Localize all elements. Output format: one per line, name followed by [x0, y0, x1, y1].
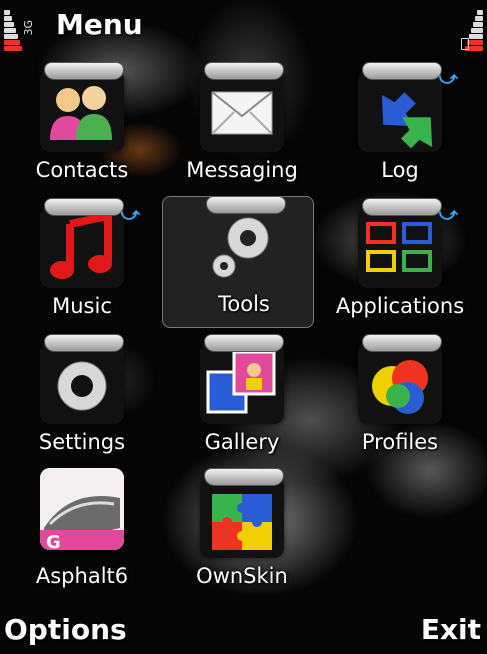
log-arrows-icon — [381, 92, 433, 149]
puzzle-icon — [212, 494, 272, 550]
network-type-label: 3G — [22, 20, 35, 36]
menu-item-label: Tools — [218, 292, 270, 316]
exit-softkey[interactable]: Exit — [421, 613, 481, 646]
gears-icon — [212, 217, 269, 278]
menu-item-applications[interactable]: ⤻ Applications — [330, 198, 464, 328]
shortcut-arrow-icon: ⤻ — [120, 204, 140, 225]
signal-strength-icon — [4, 10, 22, 52]
menu-item-ownskin[interactable]: OwnSkin — [172, 468, 302, 598]
options-softkey[interactable]: Options — [4, 613, 127, 646]
applications-grid-icon — [366, 222, 432, 272]
menu-item-messaging[interactable]: Messaging — [172, 62, 302, 192]
menu-item-profiles[interactable]: Profiles — [330, 334, 460, 464]
menu-item-label: Messaging — [186, 158, 298, 182]
battery-icon — [461, 10, 483, 54]
menu-item-label: Music — [52, 294, 112, 318]
profiles-icon — [372, 360, 428, 414]
shortcut-arrow-icon: ⤻ — [438, 68, 458, 89]
menu-item-label: Log — [381, 158, 419, 182]
svg-text:G: G — [46, 532, 61, 550]
asphalt6-icon: G — [40, 468, 124, 550]
envelope-icon — [211, 91, 273, 135]
music-note-icon — [50, 211, 112, 279]
menu-item-label: Contacts — [35, 158, 129, 182]
menu-item-music[interactable]: ⤻ Music — [12, 198, 142, 328]
menu-item-log[interactable]: ⤻ Log — [330, 62, 460, 192]
shortcut-arrow-icon: ⤻ — [438, 204, 458, 225]
page-title: Menu — [56, 8, 143, 41]
menu-item-contacts[interactable]: Contacts — [12, 62, 142, 192]
menu-item-label: Settings — [38, 430, 126, 454]
menu-item-label: Gallery — [204, 430, 280, 454]
menu-item-tools[interactable]: Tools — [162, 196, 314, 328]
menu-item-label: Profiles — [361, 430, 439, 454]
gallery-icon — [206, 350, 276, 414]
menu-item-label: OwnSkin — [196, 564, 288, 588]
menu-item-asphalt6[interactable]: G Asphalt6 — [12, 468, 142, 598]
contacts-icon — [50, 86, 112, 140]
gear-icon — [57, 361, 107, 411]
menu-item-settings[interactable]: Settings — [12, 334, 142, 464]
menu-item-label: Asphalt6 — [35, 564, 129, 588]
menu-item-label: Applications — [335, 294, 465, 318]
phone-screen: 3G Menu Contacts Messaging ⤻ Log ⤻ Music… — [0, 0, 487, 654]
menu-item-gallery[interactable]: Gallery — [172, 334, 302, 464]
